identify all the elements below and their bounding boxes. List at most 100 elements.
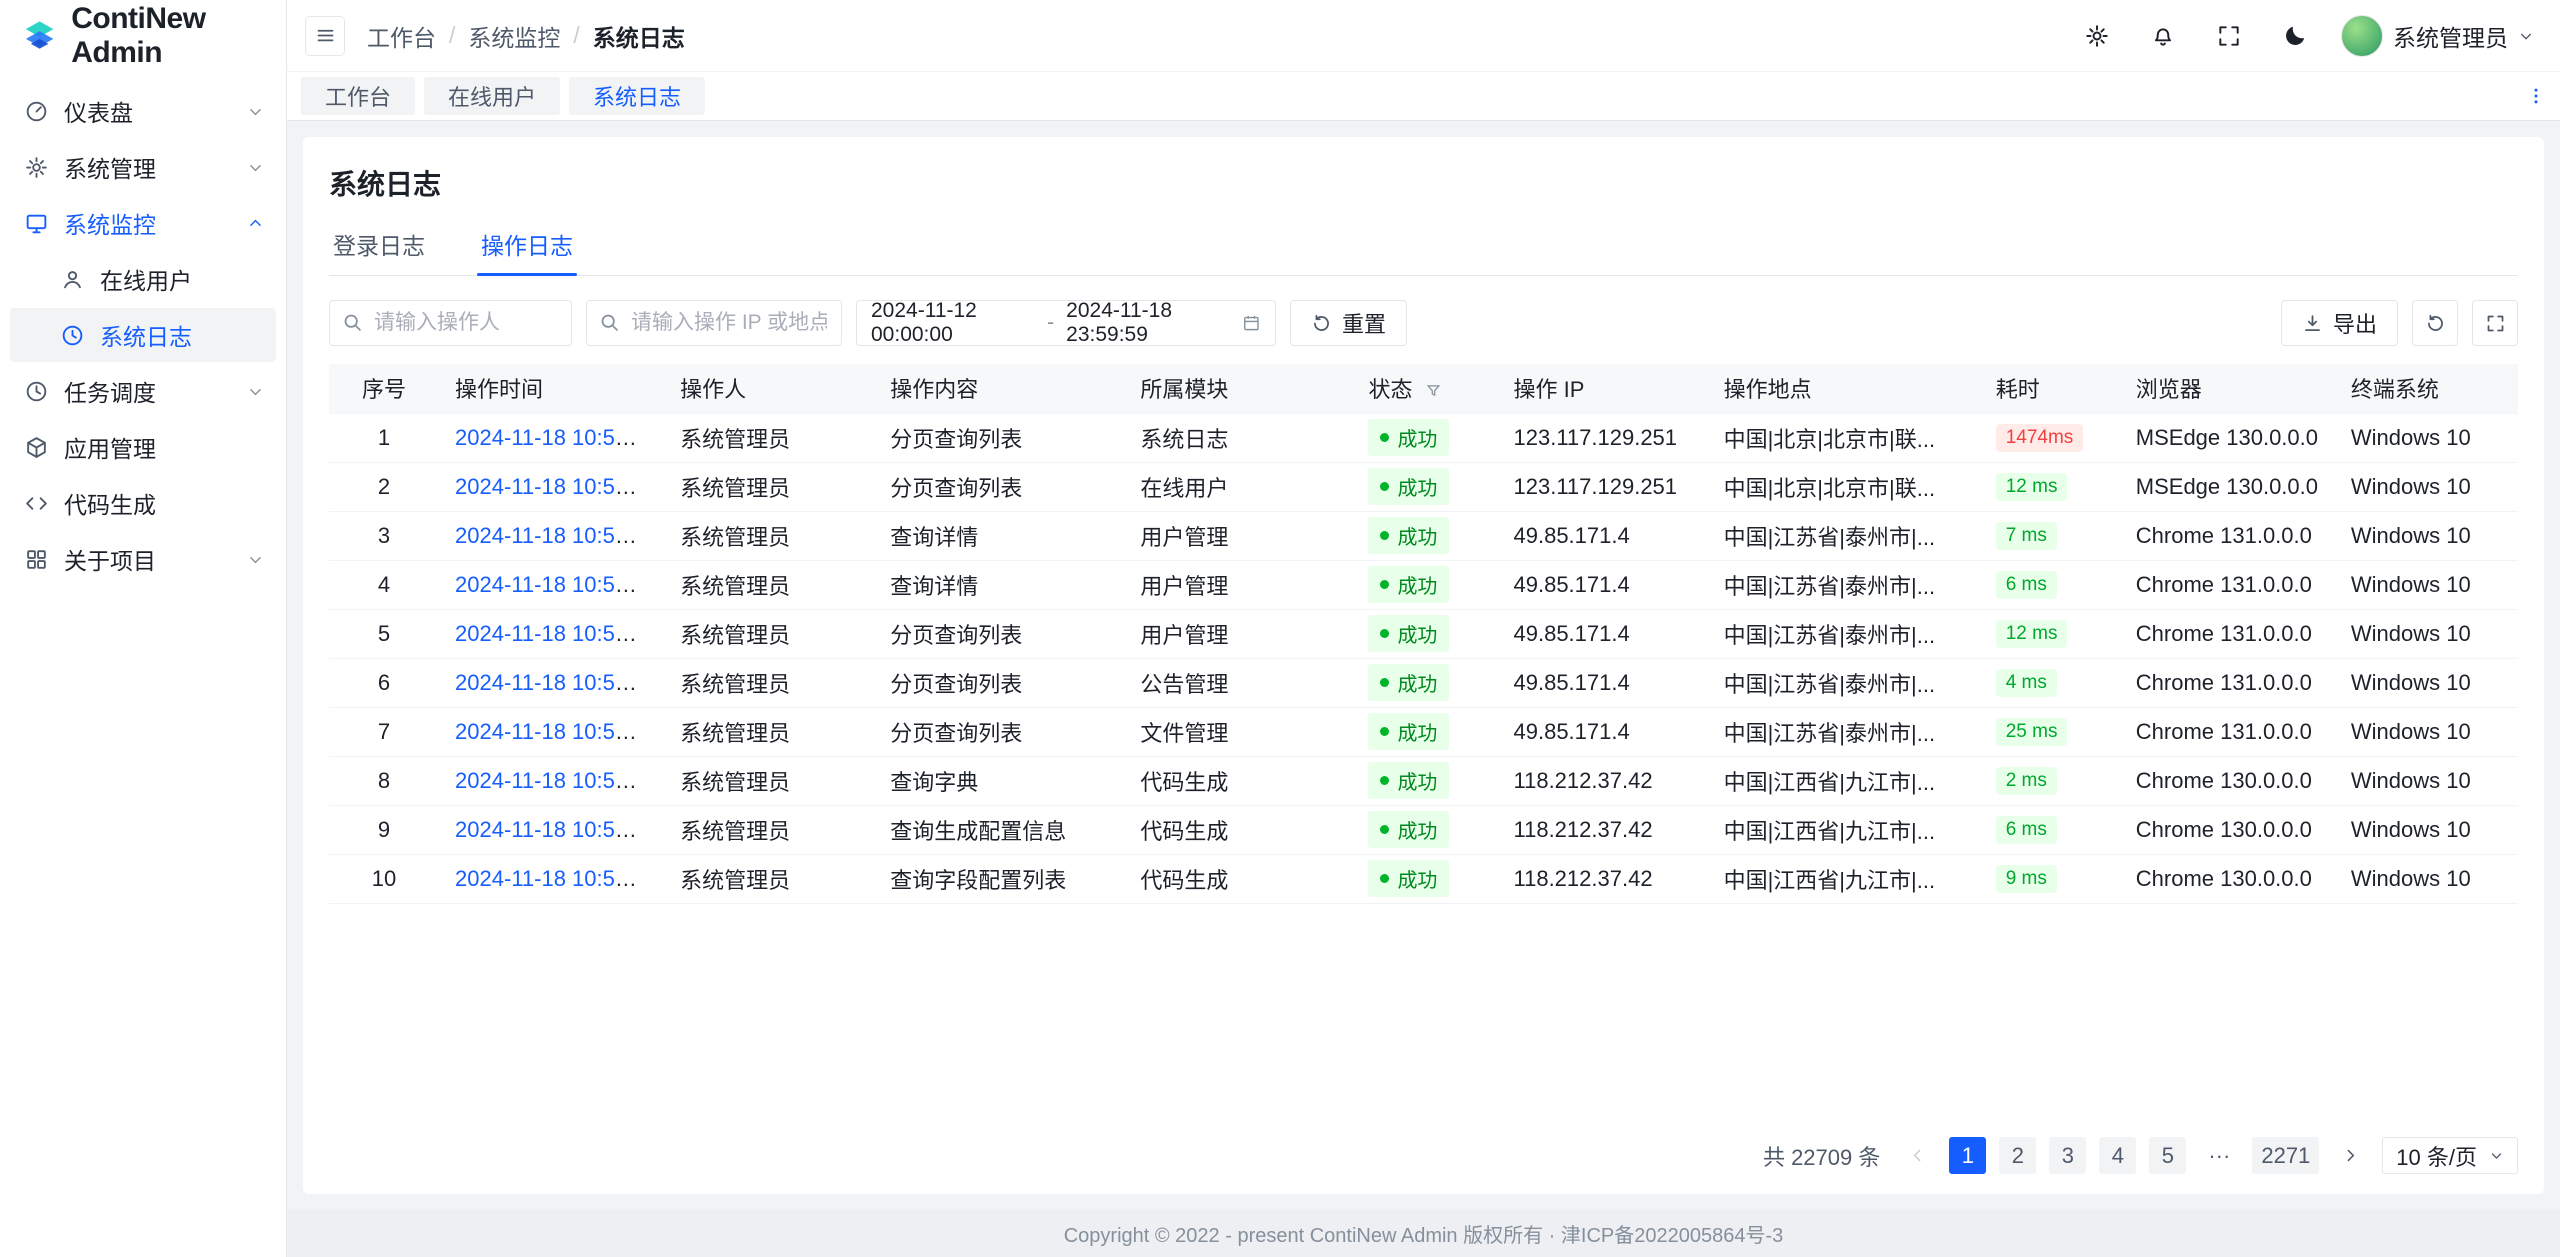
brand-logo[interactable]: ContiNew Admin	[0, 0, 286, 72]
table-row: 12024-11-18 10:52:55系统管理员分页查询列表系统日志成功123…	[329, 413, 2518, 462]
table-refresh-button[interactable]	[2412, 300, 2458, 346]
module-cell: 公告管理	[1124, 658, 1352, 707]
status-dot-icon	[1380, 482, 1389, 491]
page-size-value: 10 条/页	[2396, 1140, 2477, 1172]
reset-button[interactable]: 重置	[1290, 300, 1407, 346]
tab-operation-log[interactable]: 操作日志	[477, 223, 577, 275]
ip-cell: 118.212.37.42	[1498, 854, 1708, 903]
operation-time-link[interactable]: 2024-11-18 10:51:53	[455, 670, 658, 695]
table-row: 32024-11-18 10:52:12系统管理员查询详情用户管理成功49.85…	[329, 511, 2518, 560]
sidebar-item-app-management[interactable]: 应用管理	[10, 420, 276, 474]
tab-bar-more-button[interactable]	[2526, 86, 2546, 106]
page-footer: Copyright © 2022 - present ContiNew Admi…	[287, 1210, 2560, 1257]
operation-time-link[interactable]: 2024-11-18 10:51:49	[455, 817, 658, 842]
sidebar-item-online-users[interactable]: 在线用户	[10, 252, 276, 306]
tab-online-users[interactable]: 在线用户	[424, 77, 560, 115]
operator-search-input[interactable]	[329, 300, 572, 346]
duration-cell: 9 ms	[1980, 854, 2120, 903]
breadcrumb: 工作台 / 系统监控 / 系统日志	[367, 19, 685, 53]
module-cell: 用户管理	[1124, 609, 1352, 658]
settings-button[interactable]	[2077, 16, 2117, 56]
operator-cell: 系统管理员	[664, 756, 874, 805]
location-cell: 中国|江苏省|泰州市|...	[1708, 707, 1980, 756]
status-dot-icon	[1380, 433, 1389, 442]
tab-login-log[interactable]: 登录日志	[329, 223, 429, 275]
pagination-ellipsis[interactable]: ···	[2199, 1137, 2239, 1174]
page-button[interactable]: 2271	[2252, 1137, 2319, 1174]
operation-time-cell: 2024-11-18 10:51:55	[439, 609, 664, 658]
top-header: 工作台 / 系统监控 / 系统日志	[287, 0, 2560, 72]
sidebar-item-dashboard[interactable]: 仪表盘	[10, 84, 276, 138]
sidebar-item-code-generation[interactable]: 代码生成	[10, 476, 276, 530]
page-button[interactable]: 5	[2149, 1137, 2186, 1174]
status-dot-icon	[1380, 531, 1389, 540]
page-button[interactable]: 1	[1949, 1137, 1986, 1174]
app-layout: ContiNew Admin 仪表盘 系统管理 系统监控 在线用户	[0, 0, 2560, 1257]
sidebar-item-task-schedule[interactable]: 任务调度	[10, 364, 276, 418]
gear-icon	[2084, 23, 2110, 49]
grid-icon	[24, 547, 49, 572]
col-status: 状态	[1352, 364, 1497, 413]
operation-time-link[interactable]: 2024-11-18 10:52:12	[455, 523, 658, 548]
operation-time-link[interactable]: 2024-11-18 10:51:50	[455, 768, 658, 793]
bell-icon	[2150, 23, 2176, 49]
sidebar-item-system-monitor[interactable]: 系统监控	[10, 196, 276, 250]
user-menu[interactable]: 系统管理员	[2341, 15, 2534, 57]
sidebar-item-system-log[interactable]: 系统日志	[10, 308, 276, 362]
page-button[interactable]: 2	[1999, 1137, 2036, 1174]
page-button[interactable]: 4	[2099, 1137, 2136, 1174]
sidebar-item-about-project[interactable]: 关于项目	[10, 532, 276, 586]
ip-search-input[interactable]	[586, 300, 842, 346]
fullscreen-button[interactable]	[2209, 16, 2249, 56]
content-area: 系统日志 登录日志 操作日志 2024-11-12 00:00:	[287, 121, 2560, 1210]
browser-cell: Chrome 130.0.0.0	[2120, 756, 2335, 805]
breadcrumb-item[interactable]: 系统监控	[468, 19, 560, 53]
location-cell: 中国|北京|北京市|联...	[1708, 462, 1980, 511]
expand-icon	[2216, 23, 2242, 49]
menu-fold-icon	[315, 25, 336, 46]
table-row: 62024-11-18 10:51:53系统管理员分页查询列表公告管理成功49.…	[329, 658, 2518, 707]
moon-icon	[2282, 23, 2308, 49]
log-table-header: 序号 操作时间 操作人 操作内容 所属模块 状态 操作 IP 操作地点 耗时	[329, 364, 2518, 413]
export-button[interactable]: 导出	[2281, 300, 2398, 346]
os-cell: Windows 10	[2335, 609, 2518, 658]
module-cell: 文件管理	[1124, 707, 1352, 756]
chevron-down-icon	[247, 159, 264, 176]
filter-toolbar: 2024-11-12 00:00:00 - 2024-11-18 23:59:5…	[329, 300, 2518, 346]
table-fullscreen-button[interactable]	[2472, 300, 2518, 346]
sidebar: ContiNew Admin 仪表盘 系统管理 系统监控 在线用户	[0, 0, 287, 1257]
operation-time-cell: 2024-11-18 10:51:49	[439, 854, 664, 903]
pagination-prev-button[interactable]	[1899, 1137, 1936, 1174]
copyright-text: Copyright © 2022 - present ContiNew Admi…	[1064, 1219, 1784, 1248]
module-cell: 代码生成	[1124, 756, 1352, 805]
operation-time-cell: 2024-11-18 10:51:50	[439, 756, 664, 805]
dark-mode-toggle[interactable]	[2275, 16, 2315, 56]
pagination-total: 共 22709 条	[1763, 1140, 1880, 1172]
tab-workbench[interactable]: 工作台	[301, 77, 415, 115]
filter-icon[interactable]	[1425, 382, 1442, 399]
operation-time-link[interactable]: 2024-11-18 10:52:55	[455, 425, 658, 450]
operation-time-link[interactable]: 2024-11-18 10:51:49	[455, 866, 658, 891]
duration-cell: 12 ms	[1980, 462, 2120, 511]
operation-time-link[interactable]: 2024-11-18 10:52:05	[455, 572, 658, 597]
sidebar-collapse-button[interactable]	[305, 16, 345, 56]
date-range-picker[interactable]: 2024-11-12 00:00:00 - 2024-11-18 23:59:5…	[856, 300, 1276, 346]
sidebar-item-system-management[interactable]: 系统管理	[10, 140, 276, 194]
operation-time-link[interactable]: 2024-11-18 10:51:55	[455, 621, 658, 646]
operation-time-link[interactable]: 2024-11-18 10:52:47	[455, 474, 658, 499]
log-table: 序号 操作时间 操作人 操作内容 所属模块 状态 操作 IP 操作地点 耗时	[329, 364, 2518, 904]
user-name: 系统管理员	[2393, 19, 2508, 53]
notification-button[interactable]	[2143, 16, 2183, 56]
page-size-select[interactable]: 10 条/页	[2382, 1137, 2518, 1174]
main-area: 工作台 / 系统监控 / 系统日志	[287, 0, 2560, 1257]
avatar[interactable]	[2341, 15, 2383, 57]
operator-cell: 系统管理员	[664, 462, 874, 511]
page-button[interactable]: 3	[2049, 1137, 2086, 1174]
operation-time-link[interactable]: 2024-11-18 10:51:52	[455, 719, 658, 744]
ip-search	[586, 300, 842, 346]
breadcrumb-item[interactable]: 工作台	[367, 19, 436, 53]
tab-system-log[interactable]: 系统日志	[569, 77, 705, 115]
status-badge: 成功	[1368, 860, 1449, 897]
pagination-next-button[interactable]	[2332, 1137, 2369, 1174]
gear-icon	[24, 155, 49, 180]
